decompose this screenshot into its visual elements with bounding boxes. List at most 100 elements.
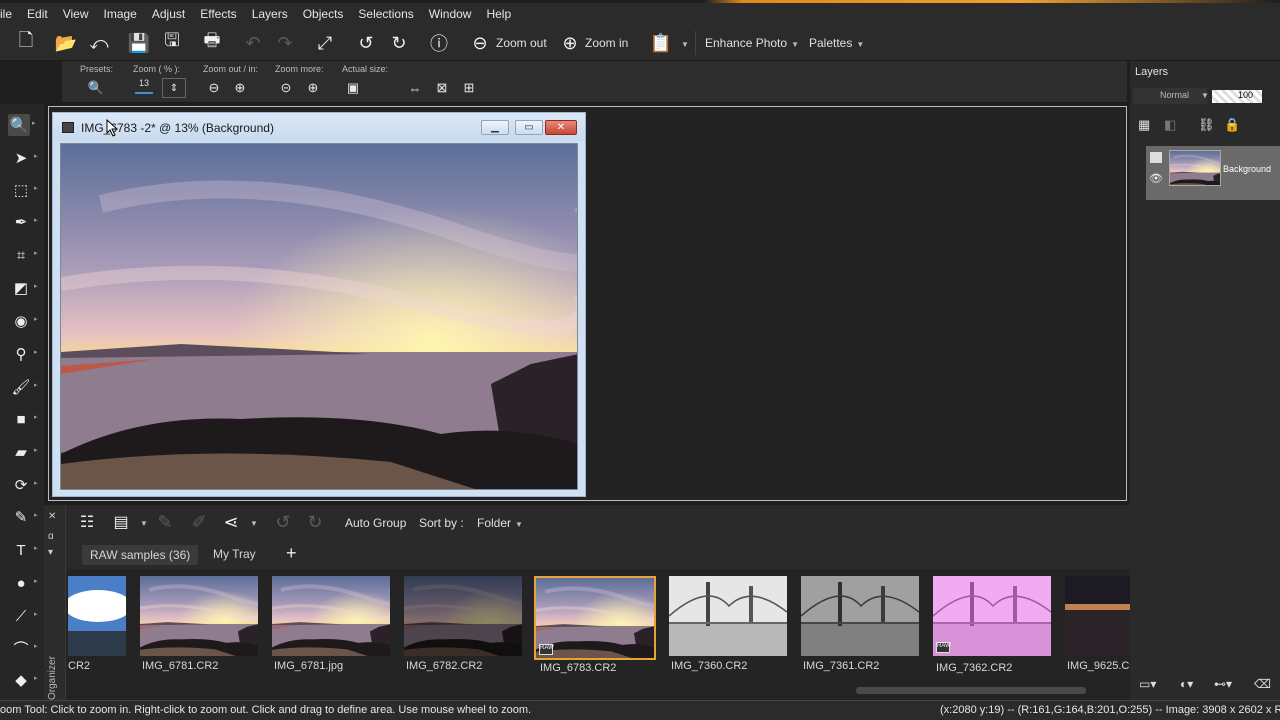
retouch-tool-icon[interactable]: ◆ <box>10 669 37 691</box>
menu-help[interactable]: Help <box>486 7 511 21</box>
thumbnail-scrollbar[interactable] <box>856 687 1086 694</box>
new-raster-layer-icon[interactable]: ▦ <box>1138 117 1150 133</box>
rotate-left-icon[interactable]: ↺ <box>353 30 379 56</box>
thumbnail-item[interactable] <box>404 576 522 656</box>
fit-screen-icon[interactable]: ⊞ <box>459 78 479 98</box>
presets-dropdown-icon[interactable]: 🔍 <box>86 78 106 98</box>
undo-icon[interactable]: ↶ <box>240 30 266 56</box>
tab-my-tray[interactable]: My Tray <box>213 547 256 561</box>
tab-raw-samples[interactable]: RAW samples (36) <box>82 545 199 565</box>
zoom-out-icon[interactable]: ⊖ <box>467 30 493 56</box>
link-layer-icon[interactable]: ⛓ <box>1198 117 1215 133</box>
straighten-tool-icon[interactable]: ◩ <box>10 277 38 299</box>
document-image-canvas[interactable] <box>60 143 578 490</box>
maximize-button[interactable]: ▭ <box>515 120 543 135</box>
zoom-percent-input[interactable]: 13 <box>135 77 153 94</box>
organizer-pin-icon[interactable]: ɑ <box>48 531 54 542</box>
layer-mask-icon[interactable]: ⊷▾ <box>1214 677 1232 691</box>
fit-window-icon[interactable]: ⇔ <box>405 78 425 98</box>
import-icon[interactable]: ⤺ <box>86 30 112 56</box>
paste-icon[interactable]: 📋 <box>648 30 674 56</box>
thumbnail-item[interactable]: RAW <box>933 576 1051 656</box>
zoom-tool-icon[interactable]: 🔍 <box>8 114 36 136</box>
lock-layer-icon[interactable]: 🔒 <box>1224 117 1240 133</box>
save-icon[interactable]: 💾 <box>126 30 152 56</box>
crop-tool-icon[interactable]: ⌗ <box>10 244 38 266</box>
red-eye-tool-icon[interactable]: ◉ <box>10 310 37 332</box>
enhance-photo-menu[interactable]: Enhance Photo ▼ <box>705 36 799 50</box>
rotate-right-icon[interactable]: ↻ <box>386 30 412 56</box>
pick-tool-icon[interactable]: ➤ <box>10 147 38 169</box>
layer-visibility-eye-icon[interactable]: 👁 <box>1149 172 1163 185</box>
menu-objects[interactable]: Objects <box>303 7 344 21</box>
smart-carver-tool-icon[interactable]: ⟳ <box>10 474 38 496</box>
organizer-collapse-icon[interactable]: ▾ <box>48 547 53 558</box>
layer-new-icon[interactable]: ▭▾ <box>1139 677 1156 691</box>
menu-image[interactable]: Image <box>104 7 137 21</box>
eraser-tool-icon[interactable]: ▰ <box>10 441 37 463</box>
document-title-bar[interactable]: IMG_6783 -2* @ 13% (Background) ▁ ▭ ✕ <box>53 113 585 141</box>
sort-by-dropdown[interactable]: Folder ▼ <box>477 516 523 530</box>
thumbnail-item-selected[interactable]: RAW <box>534 576 656 660</box>
paste-dropdown-icon[interactable]: ▼ <box>677 36 689 50</box>
thumbnail-item[interactable] <box>68 576 126 656</box>
share-dropdown-icon[interactable]: ▼ <box>246 515 258 529</box>
zoom-out-label[interactable]: Zoom out <box>496 36 547 50</box>
menu-effects[interactable]: Effects <box>200 7 236 21</box>
zoom-in-label[interactable]: Zoom in <box>585 36 628 50</box>
print-icon[interactable]: 🖶 <box>199 30 225 56</box>
menu-edit[interactable]: Edit <box>27 7 48 21</box>
pen-tool-icon[interactable]: ✎ <box>10 506 38 528</box>
opacity-field[interactable]: 100 <box>1212 90 1262 103</box>
zoom-out-small-icon[interactable]: ⊖ <box>204 78 224 98</box>
thumbnail-item[interactable] <box>140 576 258 656</box>
menu-window[interactable]: Window <box>429 7 472 21</box>
menu-file[interactable]: ile <box>0 7 12 21</box>
selection-tool-icon[interactable]: ⬚ <box>10 179 38 201</box>
organizer-close-icon[interactable]: ✕ <box>48 511 56 522</box>
menu-layers[interactable]: Layers <box>252 7 288 21</box>
palettes-menu[interactable]: Palettes ▼ <box>809 36 864 50</box>
dropper-tool-icon[interactable]: ✒ <box>10 211 38 233</box>
menu-adjust[interactable]: Adjust <box>152 7 185 21</box>
actual-size-icon[interactable]: ▣ <box>343 78 363 98</box>
menu-view[interactable]: View <box>63 7 89 21</box>
close-button[interactable]: ✕ <box>545 120 577 135</box>
text-tool-icon[interactable]: T <box>10 539 37 561</box>
zoom-more-out-icon[interactable]: ⊝ <box>276 78 296 98</box>
preset-shape-tool-icon[interactable]: ● <box>10 572 37 594</box>
warp-tool-icon[interactable]: ⌒ <box>10 637 37 659</box>
share-icon[interactable]: ⋖ <box>218 509 244 535</box>
layer-delete-icon[interactable]: ⌫ <box>1254 677 1271 691</box>
crop-resize-icon[interactable]: ⤢ <box>312 30 338 56</box>
thumbnail-item[interactable] <box>669 576 787 656</box>
zoom-percent-stepper[interactable]: ⇕ <box>162 78 186 98</box>
menu-selections[interactable]: Selections <box>358 7 413 21</box>
rotate-left-disabled-icon[interactable]: ↺ <box>270 509 296 535</box>
zoom-in-icon[interactable]: ⊕ <box>557 30 583 56</box>
add-tab-button[interactable]: + <box>286 543 297 564</box>
fit-image-icon[interactable]: ⊠ <box>432 78 452 98</box>
brush-variant-tool-icon[interactable]: ⟋ <box>10 605 38 627</box>
blend-mode-dropdown[interactable]: Normal ▼ <box>1133 88 1209 104</box>
new-file-icon[interactable]: 🗋 <box>13 30 39 56</box>
thumbnail-item[interactable] <box>1065 576 1130 656</box>
thumbnail-item[interactable] <box>801 576 919 656</box>
new-mask-layer-icon[interactable]: ◧ <box>1164 117 1176 133</box>
minimize-button[interactable]: ▁ <box>481 120 509 135</box>
zoom-more-in-icon[interactable]: ⊕ <box>303 78 323 98</box>
paint-brush-tool-icon[interactable]: 🖌 <box>10 376 37 398</box>
retouch-disabled-icon[interactable]: ✐ <box>186 509 212 535</box>
auto-group-button[interactable]: Auto Group <box>345 516 406 530</box>
layer-row-background[interactable]: 👁 Background <box>1146 146 1280 200</box>
rotate-right-disabled-icon[interactable]: ↻ <box>302 509 328 535</box>
clone-tool-icon[interactable]: ⚲ <box>10 343 38 365</box>
thumbnail-item[interactable] <box>272 576 390 656</box>
document-window[interactable]: IMG_6783 -2* @ 13% (Background) ▁ ▭ ✕ <box>52 112 586 497</box>
edit-disabled-icon[interactable]: ✎ <box>152 509 178 535</box>
info-icon[interactable]: ⓘ <box>426 30 452 56</box>
view-dropdown-icon[interactable]: ▼ <box>136 515 148 529</box>
save-as-icon[interactable]: 🖫 <box>159 30 185 56</box>
color-swatch-icon[interactable]: ■ <box>10 408 37 430</box>
open-folder-icon[interactable]: 📂 <box>53 30 79 56</box>
